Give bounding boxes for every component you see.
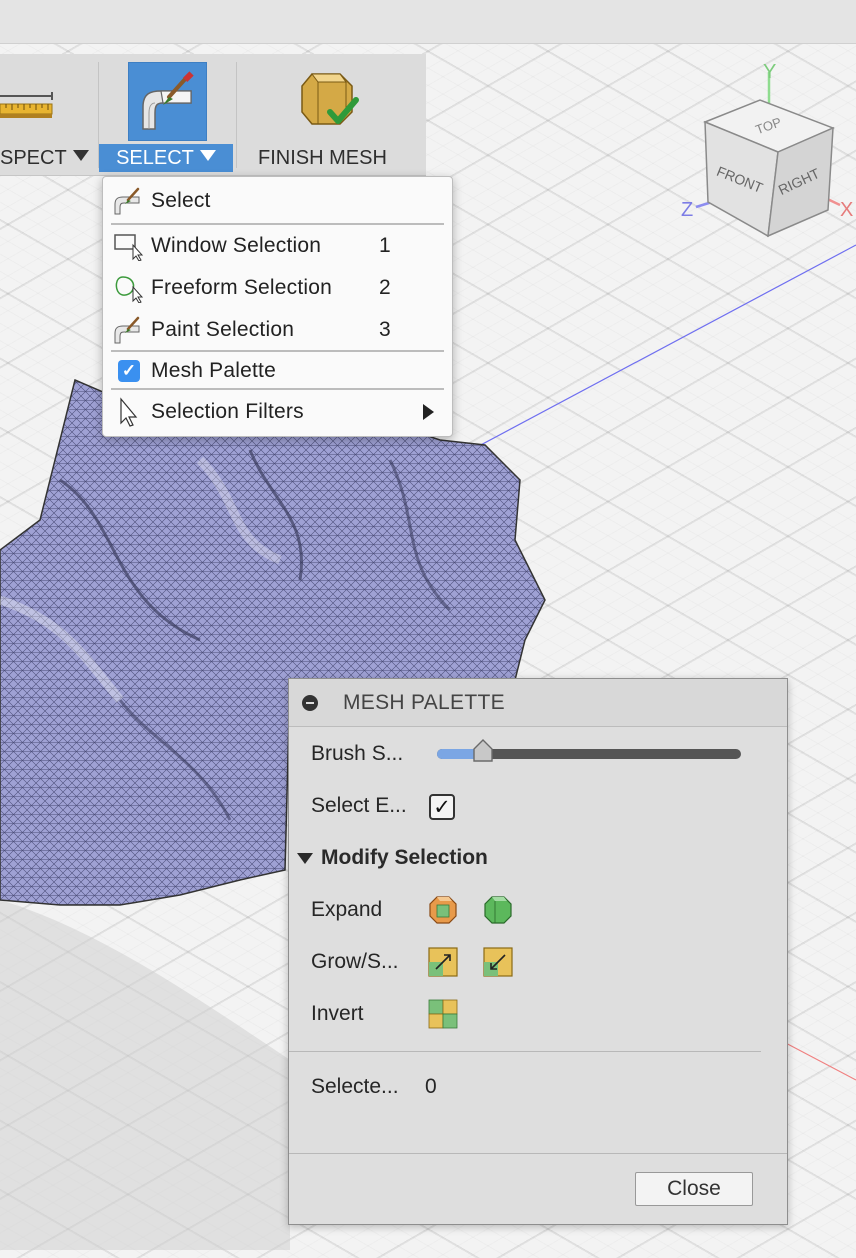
selected-count-value: 0	[425, 1075, 437, 1098]
mesh-shadow	[0, 900, 290, 1250]
menu-item-label: Select	[151, 189, 211, 212]
menu-item-paint-selection[interactable]: Paint Selection 3	[103, 310, 452, 350]
x-axis-line	[429, 244, 856, 473]
toolbar-divider	[236, 62, 237, 168]
finish-mesh-label-button[interactable]: FINISH MESH	[258, 144, 387, 172]
select-edges-checkbox[interactable]: ✓	[429, 794, 455, 820]
select-label: SELECT	[116, 147, 194, 169]
close-button[interactable]: Close	[635, 1172, 753, 1206]
red-axis-line	[779, 1039, 856, 1081]
axis-z-label: Z	[681, 199, 693, 221]
grow-icon	[428, 947, 458, 977]
invert-icon	[428, 999, 458, 1029]
selected-count-label: Selecte...	[311, 1075, 399, 1098]
inspect-menu-button[interactable]: SPECT	[0, 144, 89, 172]
palette-divider	[289, 1051, 761, 1052]
inspect-label: SPECT	[0, 147, 67, 169]
menu-item-freeform-selection[interactable]: Freeform Selection 2	[103, 268, 452, 308]
menu-item-window-selection[interactable]: Window Selection 1	[103, 226, 452, 266]
shrink-selection-button[interactable]	[483, 947, 513, 977]
menu-divider	[111, 223, 444, 225]
collapse-icon[interactable]	[302, 695, 318, 711]
palette-header[interactable]: MESH PALETTE	[289, 679, 787, 727]
palette-title: MESH PALETTE	[343, 691, 505, 714]
menu-item-shortcut: 3	[379, 318, 391, 341]
palette-divider	[289, 1153, 787, 1154]
shrink-icon	[483, 947, 513, 977]
checkmark-icon: ✓	[118, 360, 140, 382]
menu-item-shortcut: 2	[379, 276, 391, 299]
shrink-button[interactable]	[483, 895, 513, 925]
finish-mesh-icon	[301, 73, 359, 125]
menu-item-label: Selection Filters	[151, 400, 304, 423]
brush-size-label: Brush S...	[311, 742, 404, 765]
menu-item-selection-filters[interactable]: Selection Filters	[103, 392, 452, 432]
ruler-icon[interactable]	[0, 92, 54, 134]
finish-mesh-button[interactable]	[296, 68, 360, 132]
view-cube[interactable]: TOP FRONT RIGHT Y Z X	[681, 61, 853, 238]
mesh-toolbar: SPECT SELECT FINISH MESH	[0, 54, 426, 176]
menu-item-label: Paint Selection	[151, 318, 295, 341]
axis-y-label: Y	[763, 61, 776, 83]
chevron-down-icon[interactable]	[297, 853, 313, 864]
invert-label: Invert	[311, 1002, 364, 1025]
menu-item-label: Window Selection	[151, 234, 322, 257]
canvas-viewport[interactable]: TOP FRONT RIGHT Y Z X SPECT SELECT FINIS…	[0, 0, 856, 1258]
freeform-selection-icon	[115, 276, 144, 303]
chevron-down-icon	[72, 150, 89, 161]
invert-button[interactable]	[428, 999, 458, 1029]
paint-brush-icon	[142, 71, 194, 130]
paint-selection-icon	[114, 316, 140, 344]
menu-item-label: Mesh Palette	[151, 359, 276, 382]
paint-brush-icon	[114, 187, 140, 215]
slider-thumb[interactable]	[471, 739, 495, 763]
select-dropdown-menu: Select Window Selection 1 Freeform Selec…	[102, 176, 453, 437]
window-selection-icon	[114, 234, 144, 261]
select-tool-button[interactable]	[128, 62, 207, 141]
grow-shrink-label: Grow/S...	[311, 950, 399, 973]
cursor-arrow-icon	[120, 397, 138, 427]
chevron-down-icon	[199, 150, 216, 161]
expand-label: Expand	[311, 898, 383, 921]
menu-item-select[interactable]: Select	[103, 181, 452, 221]
menu-item-label: Freeform Selection	[151, 276, 333, 299]
modify-selection-section[interactable]: Modify Selection	[321, 846, 488, 870]
submenu-arrow-icon	[423, 404, 434, 420]
menu-divider	[111, 388, 444, 390]
grow-button[interactable]	[428, 947, 458, 977]
menu-item-mesh-palette[interactable]: ✓ Mesh Palette	[103, 351, 452, 391]
axis-x-label: X	[840, 199, 853, 221]
expand-button[interactable]	[428, 895, 458, 925]
expand-green-icon	[484, 896, 512, 924]
mesh-palette-panel: MESH PALETTE Brush S... Select E... ✓ Mo…	[288, 678, 788, 1225]
expand-orange-icon	[429, 896, 457, 924]
menu-item-shortcut: 1	[379, 234, 391, 257]
finish-mesh-label: FINISH MESH	[258, 147, 387, 169]
select-edges-label: Select E...	[311, 794, 407, 817]
select-menu-button[interactable]: SELECT	[99, 144, 233, 172]
